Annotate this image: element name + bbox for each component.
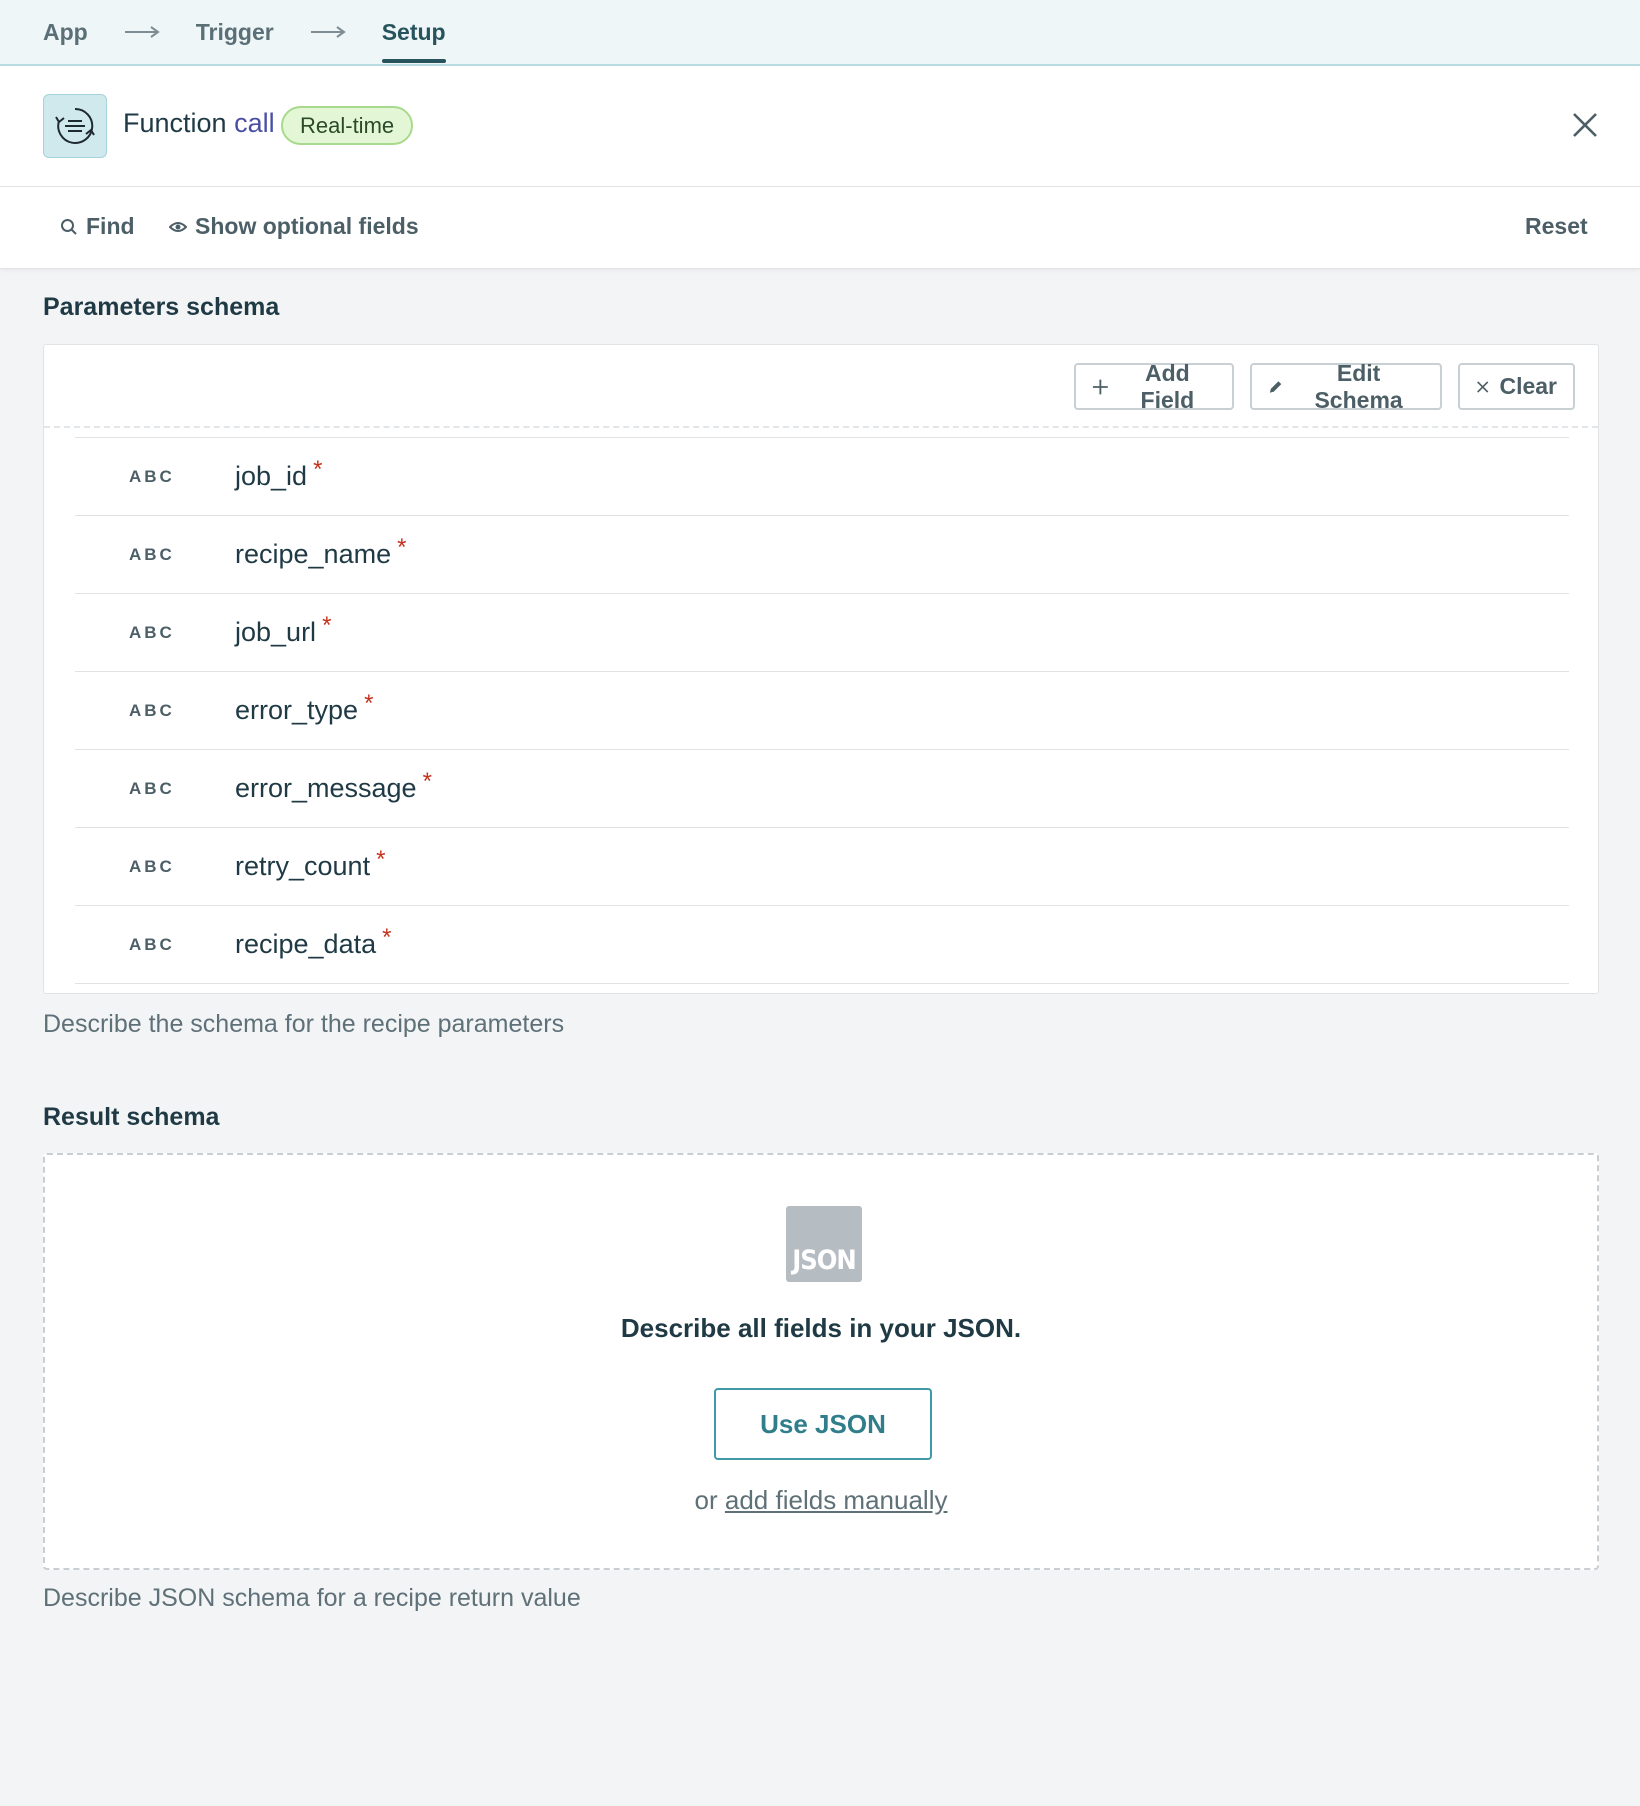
schema-field-row[interactable]: ABC error_message * bbox=[75, 750, 1569, 828]
or-text: or bbox=[694, 1485, 718, 1515]
schema-actions: Add Field Edit Schema Clear bbox=[44, 345, 1598, 428]
find-label: Find bbox=[86, 213, 135, 239]
field-type-label: ABC bbox=[129, 622, 175, 642]
step-title: Function call bbox=[123, 108, 275, 139]
step-title-main: Function bbox=[123, 108, 227, 138]
arrow-right-icon bbox=[124, 0, 160, 65]
eye-icon bbox=[169, 221, 187, 232]
edit-schema-button[interactable]: Edit Schema bbox=[1250, 360, 1442, 413]
required-marker: * bbox=[397, 534, 407, 561]
step-title-accent: call bbox=[234, 108, 275, 138]
breadcrumb-setup[interactable]: Setup bbox=[381, 0, 446, 65]
breadcrumb: App Trigger Setup bbox=[0, 0, 1640, 66]
result-schema-dropzone: JSON Describe all fields in your JSON. U… bbox=[43, 1153, 1599, 1570]
schema-field-row[interactable]: ABC error_type * bbox=[75, 672, 1569, 750]
field-name-text: retry_count bbox=[235, 851, 371, 881]
required-marker: * bbox=[313, 456, 323, 483]
parameters-schema-card: Add Field Edit Schema Clear ABC job_id * … bbox=[43, 344, 1599, 994]
required-marker: * bbox=[382, 924, 392, 951]
field-type-label: ABC bbox=[129, 466, 175, 486]
field-name-text: recipe_data bbox=[235, 929, 377, 959]
clear-label: Clear bbox=[1499, 373, 1557, 399]
field-type-label: ABC bbox=[129, 700, 175, 720]
schema-field-row[interactable]: ABC recipe_data * bbox=[75, 906, 1569, 984]
schema-field-list: ABC job_id * ABC recipe_name * ABC job_url… bbox=[75, 437, 1569, 984]
add-field-button[interactable]: Add Field bbox=[1074, 360, 1234, 413]
field-name-text: error_type bbox=[235, 695, 359, 725]
schema-field-row[interactable]: ABC job_url * bbox=[75, 594, 1569, 672]
manual-fields-line: or add fields manually bbox=[45, 1485, 1597, 1516]
schema-field-row[interactable]: ABC job_id * bbox=[75, 438, 1569, 516]
field-type-label: ABC bbox=[129, 856, 175, 876]
field-type-label: ABC bbox=[129, 544, 175, 564]
field-name: job_id * bbox=[235, 456, 322, 492]
required-marker: * bbox=[376, 846, 386, 873]
plus-icon bbox=[1092, 379, 1108, 394]
find-button[interactable]: Find bbox=[60, 213, 135, 240]
add-field-label: Add Field bbox=[1140, 359, 1195, 413]
reset-button[interactable]: Reset bbox=[1525, 213, 1588, 240]
search-icon bbox=[61, 218, 77, 235]
use-json-button[interactable]: Use JSON bbox=[714, 1388, 932, 1460]
schema-field-row[interactable]: ABC recipe_name * bbox=[75, 516, 1569, 594]
result-heading: Describe all fields in your JSON. bbox=[620, 1313, 1022, 1343]
result-schema-title: Result schema bbox=[43, 1103, 220, 1131]
edit-schema-label: Edit Schema bbox=[1314, 359, 1403, 413]
json-icon-text: JSON bbox=[792, 1245, 856, 1276]
breadcrumb-app[interactable]: App bbox=[43, 0, 88, 65]
add-fields-manually-link[interactable]: add fields manually bbox=[725, 1485, 948, 1515]
required-marker: * bbox=[364, 690, 374, 717]
json-file-icon: JSON bbox=[786, 1206, 862, 1282]
field-name: recipe_name * bbox=[235, 534, 406, 570]
field-name: retry_count * bbox=[235, 846, 385, 882]
pencil-icon bbox=[1269, 380, 1282, 393]
field-name: error_type * bbox=[235, 690, 373, 726]
field-name-text: recipe_name bbox=[235, 539, 392, 569]
show-optional-label: Show optional fields bbox=[195, 213, 419, 239]
function-call-app-icon bbox=[43, 94, 107, 158]
field-name-text: error_message bbox=[235, 773, 417, 803]
field-name: job_url * bbox=[235, 612, 331, 648]
close-icon bbox=[1477, 380, 1489, 393]
realtime-badge: Real-time bbox=[281, 106, 414, 145]
step-header: Function call Real-time bbox=[0, 66, 1640, 187]
result-hint: Describe JSON schema for a recipe return… bbox=[43, 1584, 581, 1612]
field-name-text: job_url bbox=[235, 617, 317, 647]
field-name-text: job_id bbox=[235, 461, 308, 491]
field-toolbar: Find Show optional fields Reset bbox=[0, 187, 1640, 269]
schema-field-row[interactable]: ABC retry_count * bbox=[75, 828, 1569, 906]
field-name: error_message * bbox=[235, 768, 432, 804]
clear-button[interactable]: Clear bbox=[1458, 363, 1575, 410]
required-marker: * bbox=[322, 612, 332, 639]
close-icon[interactable] bbox=[1570, 110, 1600, 140]
field-type-label: ABC bbox=[129, 934, 175, 954]
parameters-hint: Describe the schema for the recipe param… bbox=[43, 1010, 565, 1038]
arrow-right-icon bbox=[310, 0, 346, 65]
parameters-schema-title: Parameters schema bbox=[43, 293, 280, 321]
field-name: recipe_data * bbox=[235, 924, 391, 960]
breadcrumb-trigger[interactable]: Trigger bbox=[196, 0, 274, 65]
show-optional-fields-button[interactable]: Show optional fields bbox=[169, 213, 419, 240]
field-type-label: ABC bbox=[129, 778, 175, 798]
required-marker: * bbox=[422, 768, 432, 795]
